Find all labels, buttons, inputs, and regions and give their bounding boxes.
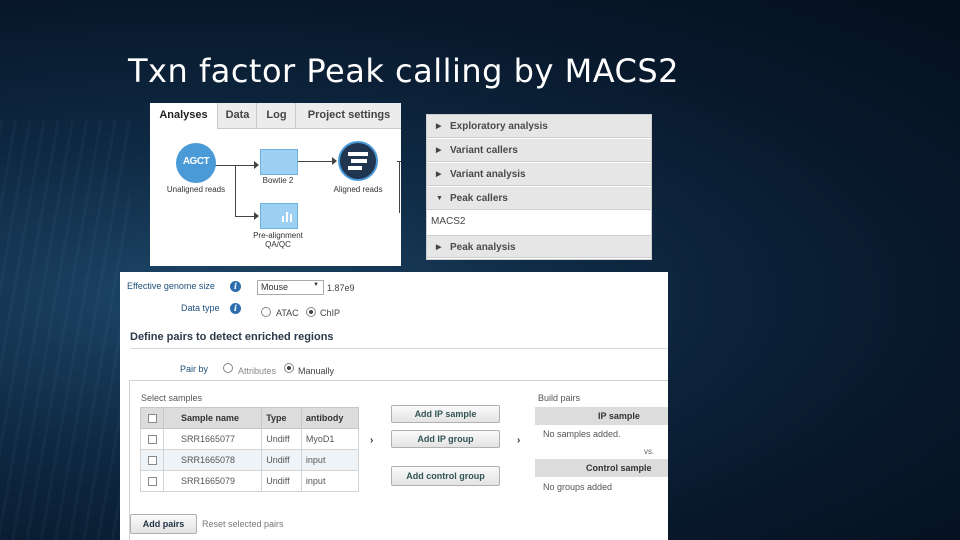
radio-chip-label: ChIP	[320, 308, 341, 318]
connector-line	[214, 165, 258, 166]
connector-line	[298, 161, 336, 162]
radio-atac[interactable]	[261, 307, 271, 317]
bar-chart-icon	[282, 210, 294, 222]
no-samples-text: No samples added.	[543, 429, 621, 439]
accordion-peak-analysis[interactable]: ▶ Peak analysis	[427, 235, 651, 258]
tab-log[interactable]: Log	[256, 103, 296, 128]
triangle-down-icon: ▼	[436, 195, 443, 202]
select-all-checkbox[interactable]	[147, 414, 157, 424]
sample-name-cell: SRR1665077	[162, 428, 263, 450]
accordion-variant-analysis[interactable]: ▶ Variant analysis	[427, 163, 651, 186]
antibody-cell: MyoD1	[300, 428, 360, 450]
aligned-reads-label: Aligned reads	[333, 185, 383, 194]
col-type: Type	[261, 407, 302, 429]
reset-pairs-link[interactable]: Reset selected pairs	[202, 519, 284, 529]
tool-macs2[interactable]: MACS2	[427, 211, 651, 233]
prealignment-qc-node[interactable]	[260, 203, 298, 229]
section-title: Define pairs to detect enriched regions	[130, 331, 334, 343]
type-cell: Undiff	[261, 470, 302, 492]
arrow-head-icon	[254, 212, 259, 220]
tab-bar: Analyses Data Log Project settings	[150, 103, 401, 129]
antibody-cell: input	[300, 449, 360, 471]
type-cell: Undiff	[261, 428, 302, 450]
no-groups-text: No groups added	[543, 482, 613, 492]
ip-sample-header: IP sample	[535, 407, 668, 425]
genome-size-value: 1.87e9	[327, 283, 355, 293]
triangle-right-icon: ▶	[436, 147, 442, 154]
genome-size-label: Effective genome size	[127, 281, 215, 291]
workflow-panel: Analyses Data Log Project settings AGCT …	[150, 103, 401, 266]
col-sample-name: Sample name	[162, 407, 263, 429]
dna-bases-icon: AGCT	[176, 143, 216, 183]
prealignment-qc-label: Pre-alignment QA/QC	[253, 231, 303, 249]
radio-chip[interactable]	[306, 307, 316, 317]
samples-table: Sample name Type antibody SRR1665077 Und…	[140, 407, 360, 492]
row-checkbox[interactable]	[147, 456, 157, 466]
chevron-right-icon: ›	[517, 435, 521, 446]
tab-data[interactable]: Data	[217, 103, 257, 128]
info-icon[interactable]: i	[230, 303, 241, 314]
macs2-settings-panel: Effective genome size i Mouse ▼ 1.87e9 D…	[120, 272, 668, 540]
add-pairs-button[interactable]: Add pairs	[130, 514, 197, 534]
select-samples-label: Select samples	[141, 393, 203, 403]
data-type-label: Data type	[181, 303, 220, 313]
add-ip-sample-button[interactable]: Add IP sample	[391, 405, 500, 423]
aligned-reads-node[interactable]	[338, 141, 378, 181]
triangle-right-icon: ▶	[436, 171, 442, 178]
table-row[interactable]: SRR1665079 Undiff input	[140, 470, 360, 492]
radio-manually[interactable]	[284, 363, 294, 373]
row-checkbox[interactable]	[147, 477, 157, 487]
row-checkbox[interactable]	[147, 435, 157, 445]
bowtie2-node[interactable]	[260, 149, 298, 175]
chevron-right-icon: ›	[370, 435, 374, 446]
triangle-right-icon: ▶	[436, 244, 442, 251]
radio-manually-label: Manually	[298, 366, 335, 376]
tab-analyses[interactable]: Analyses	[150, 103, 217, 129]
tab-project-settings[interactable]: Project settings	[295, 103, 401, 128]
sample-name-cell: SRR1665079	[162, 470, 263, 492]
table-header-row: Sample name Type antibody	[140, 407, 360, 429]
bowtie2-label: Bowtie 2	[262, 176, 294, 185]
type-cell: Undiff	[261, 449, 302, 471]
control-sample-header: Control sample	[535, 459, 668, 477]
connector-line	[399, 161, 400, 213]
aligned-reads-icon	[338, 141, 378, 181]
triangle-right-icon: ▶	[436, 123, 442, 130]
table-row[interactable]: SRR1665077 Undiff MyoD1	[140, 428, 360, 450]
accordion-peak-callers[interactable]: ▼ Peak callers	[427, 187, 651, 210]
tools-accordion: ▶ Exploratory analysis ▶ Variant callers…	[426, 114, 652, 260]
accordion-exploratory-analysis[interactable]: ▶ Exploratory analysis	[427, 115, 651, 138]
antibody-cell: input	[300, 470, 360, 492]
section-divider	[130, 348, 668, 349]
pair-by-label: Pair by	[180, 364, 209, 374]
unaligned-reads-node[interactable]: AGCT	[176, 143, 216, 183]
accordion-variant-callers[interactable]: ▶ Variant callers	[427, 139, 651, 162]
arrow-head-icon	[332, 157, 337, 165]
sample-name-cell: SRR1665078	[162, 449, 263, 471]
background-streaks	[0, 120, 130, 540]
info-icon[interactable]: i	[230, 281, 241, 292]
add-ip-group-button[interactable]: Add IP group	[391, 430, 500, 448]
genome-select[interactable]: Mouse ▼	[257, 280, 324, 295]
col-antibody: antibody	[300, 407, 360, 429]
table-row[interactable]: SRR1665078 Undiff input	[140, 449, 360, 471]
dropdown-arrow-icon: ▼	[313, 282, 319, 288]
vs-text: vs.	[644, 447, 655, 456]
slide-title: Txn factor Peak calling by MACS2	[128, 52, 680, 90]
arrow-head-icon	[254, 161, 259, 169]
add-control-group-button[interactable]: Add control group	[391, 466, 500, 486]
build-pairs-label: Build pairs	[538, 393, 581, 403]
radio-atac-label: ATAC	[276, 308, 299, 318]
radio-attributes[interactable]	[223, 363, 233, 373]
unaligned-reads-label: Unaligned reads	[166, 185, 226, 194]
radio-attributes-label: Attributes	[238, 366, 277, 376]
